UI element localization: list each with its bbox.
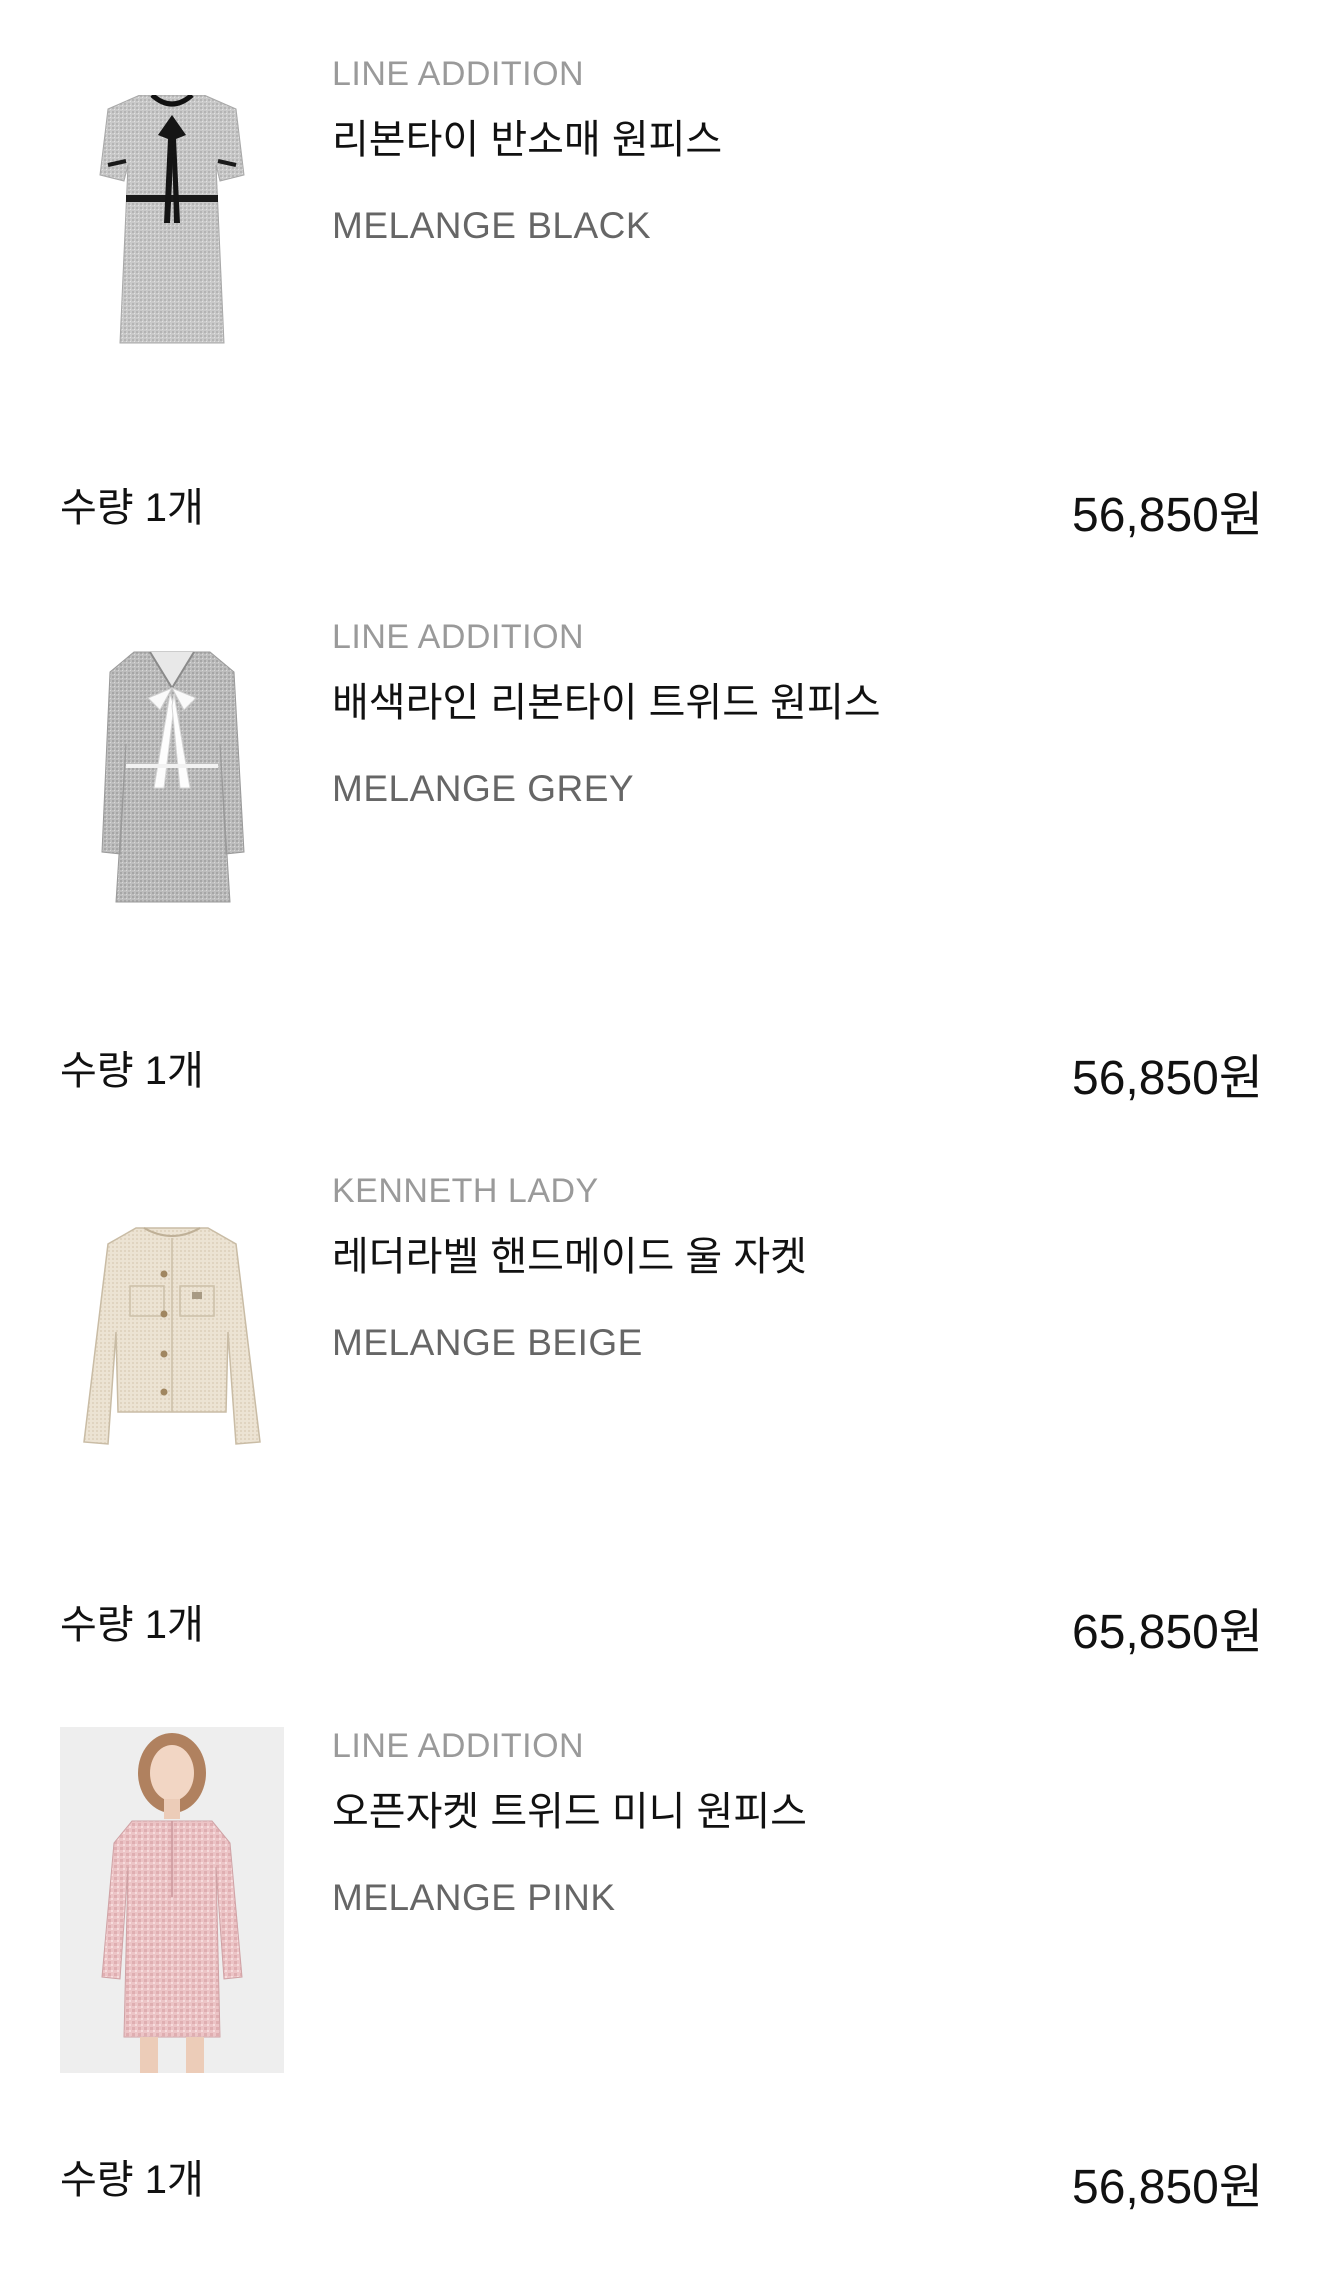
quantity-label: 수량 1개 — [60, 1049, 204, 1093]
price-label: 65,850원 — [1072, 1606, 1263, 1659]
quantity-label: 수량 1개 — [60, 2158, 204, 2202]
order-item: LINE ADDITION 오픈자켓 트위드 미니 원피스 MELANGE PI… — [0, 1727, 1320, 2287]
product-option: MELANGE BEIGE — [332, 1322, 643, 1363]
product-option: MELANGE BLACK — [332, 205, 652, 246]
brand-name: LINE ADDITION — [332, 618, 585, 656]
product-name[interactable]: 리본타이 반소매 원피스 — [332, 107, 722, 165]
order-item: KENNETH LADY 레더라벨 핸드메이드 울 자켓 MELANGE BEI… — [0, 1172, 1320, 1732]
wool-jacket-icon — [83, 1227, 261, 1445]
quantity-label: 수량 1개 — [60, 486, 204, 530]
price-label: 56,850원 — [1072, 2161, 1263, 2214]
product-option: MELANGE GREY — [332, 768, 635, 809]
brand-name: KENNETH LADY — [332, 1172, 599, 1210]
product-thumbnail[interactable] — [60, 1727, 284, 2073]
quantity-label: 수량 1개 — [60, 1603, 204, 1647]
product-thumbnail[interactable] — [60, 95, 284, 385]
price-label: 56,850원 — [1072, 1052, 1263, 1105]
product-name[interactable]: 오픈자켓 트위드 미니 원피스 — [332, 1779, 807, 1837]
product-thumbnail[interactable] — [60, 1222, 284, 1512]
order-item: LINE ADDITION 리본타이 반소매 원피스 MELANGE BLACK… — [0, 55, 1320, 615]
product-name[interactable]: 배색라인 리본타이 트위드 원피스 — [332, 670, 881, 728]
product-thumbnail[interactable] — [60, 648, 284, 938]
model-photo-pink-dress-icon — [60, 1727, 284, 2073]
long-sleeve-bow-dress-icon — [101, 651, 245, 903]
brand-name: LINE ADDITION — [332, 1727, 585, 1765]
price-label: 56,850원 — [1072, 489, 1263, 542]
order-item: LINE ADDITION 배색라인 리본타이 트위드 원피스 MELANGE … — [0, 618, 1320, 1178]
product-option: MELANGE PINK — [332, 1877, 616, 1918]
brand-name: LINE ADDITION — [332, 55, 585, 93]
short-sleeve-tweed-dress-icon — [99, 95, 245, 344]
product-name[interactable]: 레더라벨 핸드메이드 울 자켓 — [332, 1224, 807, 1282]
